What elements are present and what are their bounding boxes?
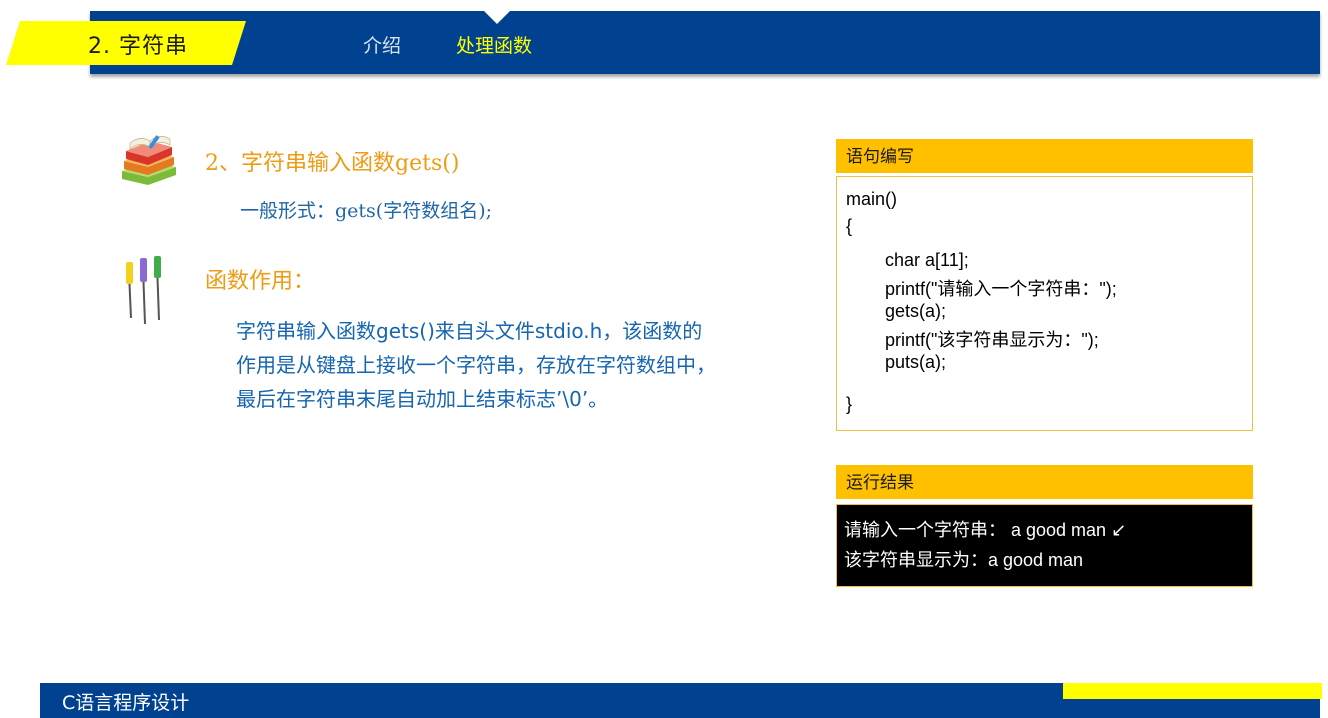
course-title: C语言程序设计 [62, 692, 190, 714]
section-heading-purpose: 函数作用： [205, 269, 316, 294]
result-panel: 请输入一个字符串： a good man ↙ 该字符串显示为：a good ma… [836, 504, 1253, 587]
general-form-text: 一般形式：gets(字符数组名); [240, 200, 493, 222]
description-line: 作用是从键盘上接收一个字符串，存放在字符数组中， [236, 353, 716, 377]
result-line: 请输入一个字符串： a good man ↙ [844, 520, 1127, 540]
code-line: printf("该字符串显示为："); [885, 330, 1099, 350]
description-line: 最后在字符串末尾自动加上结束标志’\0’。 [236, 387, 609, 411]
section-heading-gets: 2、字符串输入函数gets() [205, 151, 460, 176]
code-panel: main() { char a[11]; printf("请输入一个字符串：")… [836, 176, 1253, 431]
footer-accent-stripe [1063, 683, 1322, 699]
books-icon [122, 135, 176, 185]
code-line: { [846, 216, 853, 236]
code-line: gets(a); [885, 301, 947, 321]
header-bar [90, 11, 1320, 74]
tab-intro[interactable]: 介绍 [363, 31, 401, 58]
code-line: char a[11]; [885, 250, 969, 270]
tab-functions[interactable]: 处理函数 [456, 31, 532, 58]
active-tab-indicator [484, 11, 510, 24]
function-description: 字符串输入函数gets()来自头文件stdio.h，该函数的 作用是从键盘上接收… [236, 314, 826, 416]
code-panel-title: 语句编写 [836, 139, 1253, 173]
code-line: } [846, 394, 853, 414]
code-line: puts(a); [885, 352, 947, 372]
description-line: 字符串输入函数gets()来自头文件stdio.h，该函数的 [236, 319, 703, 343]
code-line: printf("请输入一个字符串："); [885, 279, 1117, 299]
result-panel-title: 运行结果 [836, 465, 1253, 499]
code-line: main() [846, 189, 898, 209]
result-line: 该字符串显示为：a good man [844, 550, 1084, 570]
chapter-title: 2. 字符串 [88, 34, 188, 59]
screwdrivers-icon [126, 256, 161, 325]
